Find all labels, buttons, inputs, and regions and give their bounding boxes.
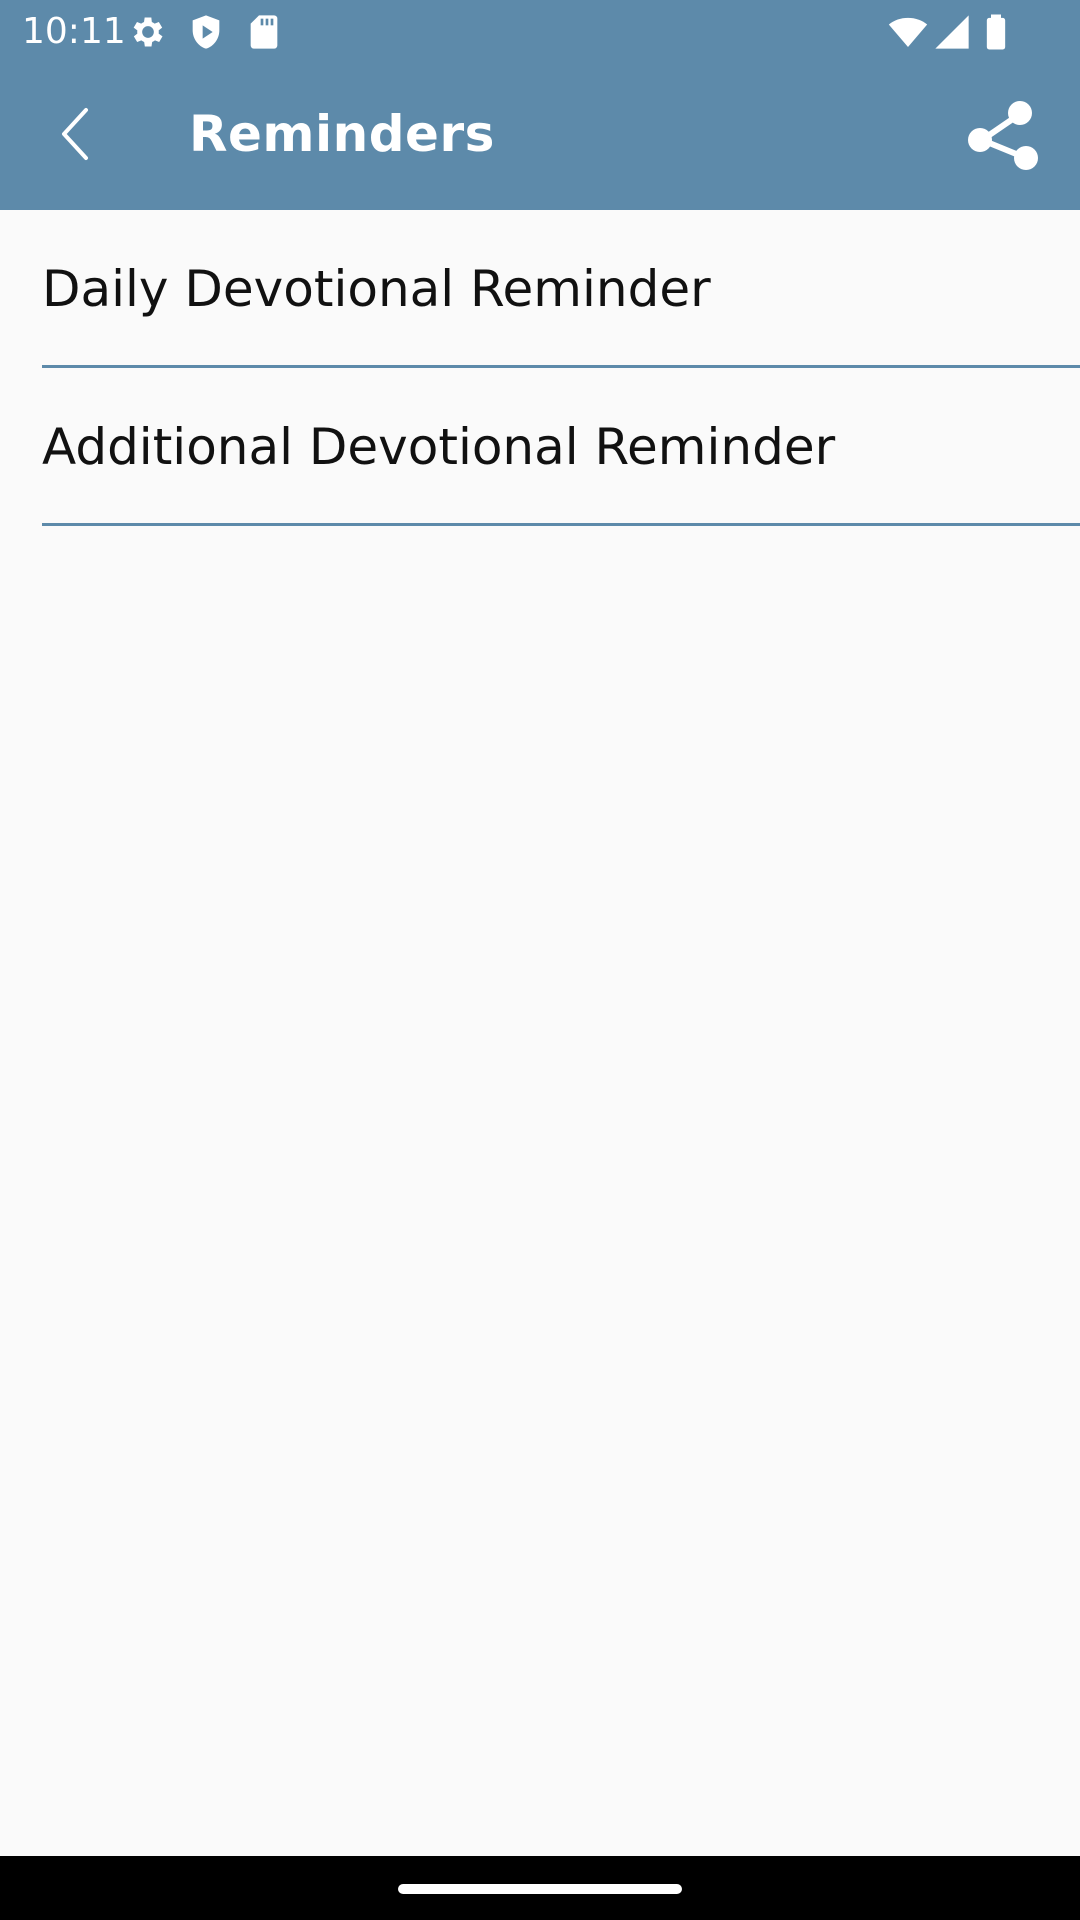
battery-icon: [976, 12, 1016, 52]
list-item-daily-devotional-reminder[interactable]: Daily Devotional Reminder: [0, 210, 1080, 368]
chevron-left-icon: [62, 108, 88, 160]
shield-play-icon: [186, 12, 226, 52]
sd-card-icon: [244, 12, 284, 52]
gear-icon: [128, 12, 168, 52]
share-icon: [968, 101, 1038, 170]
back-button[interactable]: [38, 96, 114, 172]
list-divider: [42, 523, 1080, 526]
page-title: Reminders: [189, 105, 495, 163]
reminders-screen: 10:11 Reminders Daily Devotional Reminde…: [0, 0, 1080, 1920]
list-item-label: Additional Devotional Reminder: [42, 418, 836, 476]
cell-signal-icon: [932, 12, 972, 52]
status-time: 10:11: [22, 11, 126, 52]
reminders-list: Daily Devotional Reminder Additional Dev…: [0, 210, 1080, 526]
app-bar: Reminders: [0, 64, 1080, 210]
status-bar: 10:11: [0, 0, 1080, 64]
wifi-icon: [888, 12, 928, 52]
navigation-bar: [0, 1856, 1080, 1920]
list-item-additional-devotional-reminder[interactable]: Additional Devotional Reminder: [0, 368, 1080, 526]
share-button[interactable]: [960, 94, 1044, 178]
home-indicator[interactable]: [398, 1884, 682, 1894]
list-item-label: Daily Devotional Reminder: [42, 260, 711, 318]
